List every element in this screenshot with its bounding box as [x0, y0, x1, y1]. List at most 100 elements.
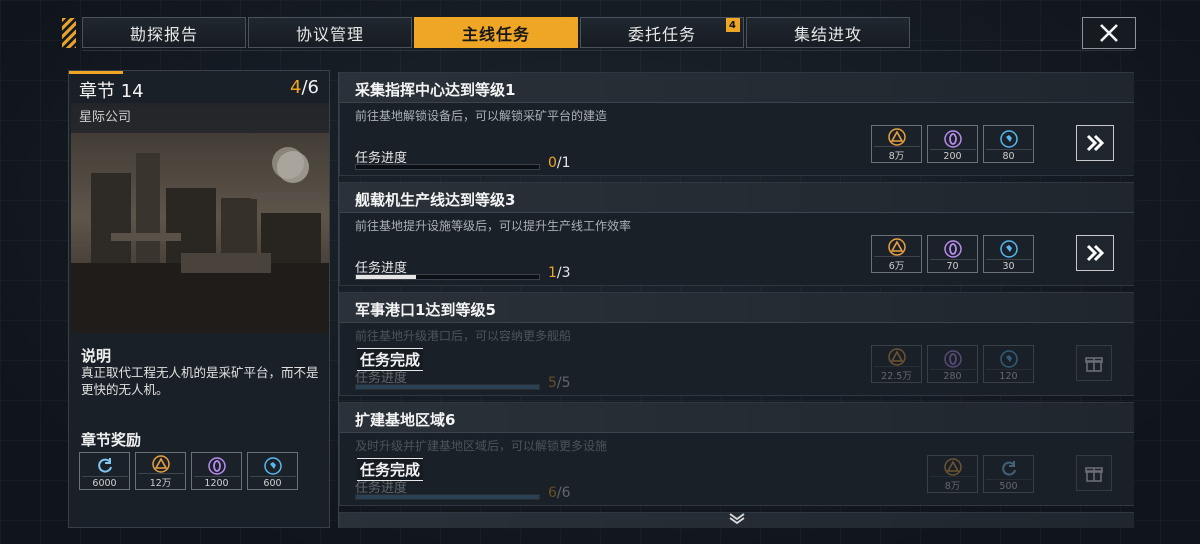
- progress-count: 6/6: [548, 485, 571, 501]
- reward-item[interactable]: 6000: [79, 452, 130, 490]
- reward-amount: 6万: [888, 261, 905, 272]
- quest-complete-stamp: 任务完成: [357, 458, 424, 481]
- triangle-icon: [151, 455, 170, 473]
- tab-bar-accent: [62, 18, 76, 48]
- tab-main-quests[interactable]: 主线任务: [414, 17, 578, 48]
- quest-title: 采集指挥中心达到等级1: [355, 81, 516, 99]
- crystal-icon: [999, 349, 1018, 368]
- chapter-progress: 4/6: [290, 77, 319, 98]
- reward-item: 500: [983, 455, 1034, 493]
- quest-card: 扩建基地区域6 及时升级并扩建基地区域后，可以解锁更多设施 任务进度 6/6 任…: [339, 402, 1134, 506]
- progress-current: 1: [548, 265, 557, 281]
- quest-rewards: 6万 70 30: [871, 235, 1034, 273]
- refresh-icon: [1001, 460, 1016, 476]
- reward-item[interactable]: 1200: [191, 452, 242, 490]
- progress-bar: [355, 164, 540, 170]
- notification-badge: 4: [726, 18, 740, 32]
- crystal-icon: [999, 129, 1018, 148]
- quest-rewards: 8万 500: [927, 455, 1034, 493]
- reward-amount: 22.5万: [881, 371, 912, 382]
- chapter-panel: 章节 14 4/6 星际公司 说明 真正取代工程无人机的是采矿平台，而不是更快的…: [68, 70, 330, 528]
- reward-item[interactable]: 200: [927, 125, 978, 163]
- tab-label: 集结进攻: [793, 24, 862, 44]
- reward-item[interactable]: 12万: [135, 452, 186, 490]
- reward-amount: 500: [999, 481, 1018, 492]
- tab-rally-attack[interactable]: 集结进攻: [746, 17, 910, 48]
- quest-title: 军事港口1达到等级5: [355, 301, 496, 319]
- progress-bar: [355, 274, 540, 280]
- double-chevron-right-icon: [1086, 244, 1105, 262]
- reward-amount: 120: [999, 371, 1018, 382]
- reward-amount: 6000: [92, 478, 117, 489]
- double-chevron-right-icon: [1086, 134, 1105, 152]
- crystal-icon: [263, 456, 282, 475]
- description-text: 真正取代工程无人机的是采矿平台，而不是更快的无人机。: [81, 365, 319, 397]
- reward-item: 8万: [927, 455, 978, 493]
- zero-icon: [207, 456, 226, 475]
- quest-description: 前往基地提升设施等级后，可以提升生产线工作效率: [355, 219, 632, 233]
- reward-amount: 1200: [204, 478, 229, 489]
- go-button[interactable]: [1076, 235, 1114, 271]
- chapter-title: 章节 14: [79, 81, 144, 102]
- claimed-gift-button: [1076, 345, 1112, 381]
- reward-amount: 8万: [888, 151, 905, 162]
- tab-label: 勘探报告: [129, 24, 198, 44]
- close-button[interactable]: [1082, 17, 1136, 49]
- zero-icon: [943, 239, 962, 258]
- progress-current: 6: [548, 485, 557, 501]
- triangle-icon: [887, 128, 906, 146]
- reward-amount: 200: [943, 151, 962, 162]
- progress-current: 5: [548, 375, 557, 391]
- chapter-subtitle: 星际公司: [79, 110, 132, 125]
- reward-item[interactable]: 70: [927, 235, 978, 273]
- quest-title: 扩建基地区域6: [355, 411, 456, 429]
- tab-label: 委托任务: [627, 24, 696, 44]
- crystal-icon: [999, 239, 1018, 258]
- tab-label: 协议管理: [295, 24, 364, 44]
- tab-bar: 勘探报告 协议管理 主线任务 委托任务 4 集结进攻: [82, 17, 910, 48]
- reward-item: 22.5万: [871, 345, 922, 383]
- quest-title: 舰载机生产线达到等级3: [355, 191, 516, 209]
- claimed-gift-button: [1076, 455, 1112, 491]
- reward-amount: 70: [946, 261, 959, 272]
- reward-item[interactable]: 80: [983, 125, 1034, 163]
- reward-item[interactable]: 30: [983, 235, 1034, 273]
- progress-total: /6: [556, 485, 571, 501]
- reward-item: 280: [927, 345, 978, 383]
- triangle-icon: [887, 238, 906, 256]
- chapter-illustration: [71, 103, 329, 333]
- progress-count: 1/3: [548, 265, 571, 281]
- quest-list[interactable]: 采集指挥中心达到等级1 前往基地解锁设备后，可以解锁采矿平台的建造 任务进度 0…: [338, 72, 1134, 528]
- progress-count: 0/1: [548, 155, 571, 171]
- reward-amount: 600: [263, 478, 282, 489]
- tab-protocol-management[interactable]: 协议管理: [248, 17, 412, 48]
- quest-card: 采集指挥中心达到等级1 前往基地解锁设备后，可以解锁采矿平台的建造 任务进度 0…: [339, 72, 1134, 176]
- quest-card: 舰载机生产线达到等级3 前往基地提升设施等级后，可以提升生产线工作效率 任务进度…: [339, 182, 1134, 286]
- zero-icon: [943, 349, 962, 368]
- tab-exploration-report[interactable]: 勘探报告: [82, 17, 246, 48]
- close-icon: [1100, 24, 1118, 42]
- triangle-icon: [943, 458, 962, 476]
- quest-card: 军事港口1达到等级5 前往基地升级港口后，可以容纳更多舰船 任务进度 5/5 任…: [339, 292, 1134, 396]
- reward-item[interactable]: 8万: [871, 125, 922, 163]
- progress-current: 0: [548, 155, 557, 171]
- go-button[interactable]: [1076, 125, 1114, 161]
- quest-complete-stamp: 任务完成: [357, 348, 424, 371]
- quest-rewards: 22.5万 280 120: [871, 345, 1034, 383]
- reward-item[interactable]: 600: [247, 452, 298, 490]
- description-heading: 说明: [81, 347, 112, 365]
- quest-rewards: 8万 200 80: [871, 125, 1034, 163]
- chapter-progress-total: /6: [301, 77, 319, 98]
- gift-icon: [1085, 357, 1103, 372]
- reward-item[interactable]: 6万: [871, 235, 922, 273]
- scroll-down-icon[interactable]: [728, 509, 746, 528]
- reward-amount: 8万: [944, 481, 961, 492]
- quest-description: 前往基地升级港口后，可以容纳更多舰船: [355, 329, 572, 343]
- refresh-icon: [97, 457, 112, 473]
- progress-bar: [355, 494, 540, 500]
- reward-amount: 30: [1002, 261, 1015, 272]
- progress-total: /1: [556, 155, 571, 171]
- reward-amount: 280: [943, 371, 962, 382]
- tab-commission-quests[interactable]: 委托任务 4: [580, 17, 744, 48]
- reward-item: 120: [983, 345, 1034, 383]
